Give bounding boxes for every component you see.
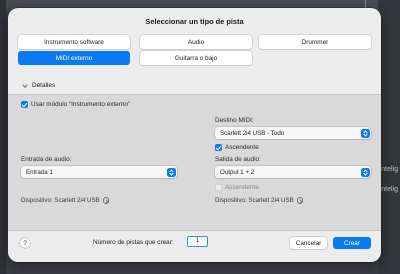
chevron-down-icon	[22, 83, 28, 89]
midi-ascending-label: Ascendente	[225, 144, 259, 151]
details-label: Detalles	[32, 82, 56, 89]
track-count-label: Número de pistas que crear:	[93, 239, 174, 246]
output-ascending-label: Ascendente	[225, 184, 259, 191]
details-panel: Usar módulo “Instrumento externo” Destin…	[8, 94, 381, 231]
background-label: Intelig	[379, 166, 398, 173]
track-type-software-instrument[interactable]: Instrumento software	[18, 35, 130, 49]
midi-destination-popup[interactable]: Scarlett 2i4 USB - Todo	[215, 127, 371, 139]
midi-ascending-checkbox[interactable]	[215, 144, 222, 151]
midi-destination-value: Scarlett 2i4 USB - Todo	[220, 129, 285, 137]
track-count-input[interactable]: 1	[187, 236, 208, 247]
audio-input-value: Entrada 1	[26, 168, 53, 176]
audio-output-popup[interactable]: Output 1 + 2	[215, 166, 371, 178]
new-track-dialog: Seleccionar un tipo de pista Instrumento…	[8, 8, 381, 262]
audio-input-label: Entrada de audio:	[21, 156, 72, 163]
input-device-info: Dispositivo: Scarlett 2i4 USB	[21, 197, 110, 204]
arrow-right-circle-icon[interactable]	[102, 197, 110, 204]
input-device-text: Dispositivo: Scarlett 2i4 USB	[21, 197, 100, 204]
details-disclosure[interactable]: Detalles	[22, 82, 55, 89]
arrow-right-circle-icon[interactable]	[296, 197, 304, 204]
audio-output-value: Output 1 + 2	[220, 168, 255, 176]
dialog-title: Seleccionar un tipo de pista	[145, 17, 244, 26]
output-device-text: Dispositivo: Scarlett 2i4 USB	[215, 197, 294, 204]
midi-destination-label: Destino MIDI:	[215, 117, 254, 124]
create-button[interactable]: Crear	[333, 237, 371, 249]
output-ascending-checkbox[interactable]	[215, 184, 222, 191]
help-button[interactable]: ?	[20, 238, 30, 248]
background-left-strip	[0, 0, 6, 274]
background-label: Intelig	[379, 186, 398, 193]
output-device-info: Dispositivo: Scarlett 2i4 USB	[215, 197, 304, 204]
audio-input-popup[interactable]: Entrada 1	[21, 166, 177, 178]
track-type-audio[interactable]: Audio	[140, 35, 252, 49]
use-external-instrument-label: Usar módulo “Instrumento externo”	[31, 101, 131, 108]
audio-output-label: Salida de audio:	[215, 156, 261, 163]
popup-stepper-icon	[360, 128, 370, 138]
track-type-external-midi[interactable]: MIDI externo	[18, 51, 130, 65]
popup-stepper-icon	[360, 167, 370, 177]
background-right-strip	[378, 0, 400, 274]
cancel-button[interactable]: Cancelar	[290, 237, 327, 249]
track-type-drummer[interactable]: Drummer	[259, 35, 371, 49]
use-external-instrument-checkbox[interactable]	[21, 101, 28, 108]
popup-stepper-icon	[166, 167, 176, 177]
track-type-guitar-bass[interactable]: Guitarra o bajo	[140, 51, 252, 65]
